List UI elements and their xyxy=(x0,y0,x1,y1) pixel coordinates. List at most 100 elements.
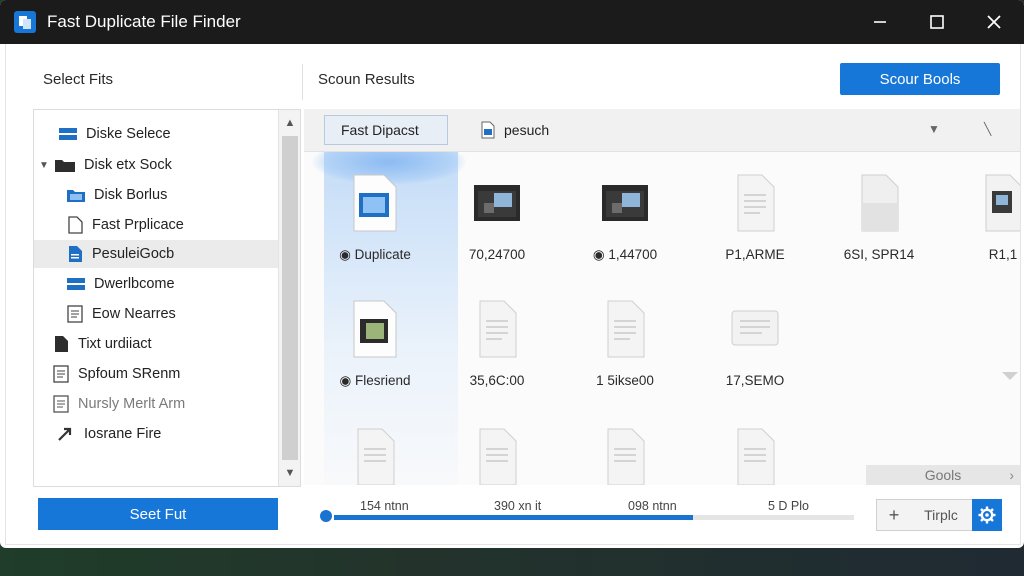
result-item[interactable] xyxy=(700,427,810,485)
result-item[interactable]: R1,1 xyxy=(948,173,1020,283)
duplicate-badge-icon: ◉ xyxy=(592,247,609,262)
result-item-partial[interactable] xyxy=(980,299,1020,409)
caption-text: P1,ARME xyxy=(725,247,785,262)
close-button[interactable] xyxy=(978,7,1010,37)
select-button[interactable]: Seet Fut xyxy=(38,498,278,530)
tree-item-label: Disk Borlus xyxy=(94,187,168,203)
caption-text: 17,SEMO xyxy=(725,373,785,388)
scan-results-heading: Scoun Results xyxy=(318,71,415,88)
caption-text: 35,6C:00 xyxy=(469,373,525,388)
tree-item-disk-stock[interactable]: ▼ Disk etx Sock xyxy=(34,151,282,179)
add-button[interactable]: + xyxy=(876,499,912,531)
tree-item-label: Dwerlbcome xyxy=(94,276,175,292)
result-caption: ◉ Duplicate xyxy=(320,247,430,263)
result-item[interactable]: 35,6C:00 xyxy=(442,299,552,409)
result-item[interactable] xyxy=(442,427,552,485)
result-item[interactable]: P1,ARME xyxy=(700,173,810,283)
scan-button[interactable]: Scour Bools xyxy=(840,63,1000,95)
image-file-icon xyxy=(353,300,397,358)
arrow-icon xyxy=(58,427,72,441)
tools-button[interactable]: Gools › xyxy=(866,465,1020,485)
folder-icon xyxy=(55,160,75,172)
tree-item-fast-duplicate[interactable]: Fast Prplicace xyxy=(34,211,300,239)
tree-item-disk-borlus[interactable]: Disk Borlus xyxy=(34,181,300,209)
folder-image-icon xyxy=(474,185,520,221)
caption-text: R1,1 xyxy=(988,247,1018,262)
progress-label: 098 ntnn xyxy=(628,499,677,513)
tree-scrollbar[interactable]: ▲ ▼ xyxy=(278,110,300,486)
maximize-button[interactable] xyxy=(921,7,953,37)
progress-fill xyxy=(334,515,693,520)
tree-item-dwerlbcome[interactable]: Dwerlbcome xyxy=(34,270,300,298)
result-item[interactable]: ◉ Flesriend xyxy=(320,299,430,409)
gear-icon xyxy=(978,506,996,524)
caption-text: 70,24700 xyxy=(468,247,526,262)
results-panel: Fast Dipacst pesuch ▼ ╲ ◉ Duplicate 70,2… xyxy=(304,109,1020,485)
scan-progress: 154 ntnn 390 xn it 098 ntnn 5 D Plo xyxy=(304,494,874,534)
dropdown-caret-icon[interactable]: ▼ xyxy=(928,122,940,136)
result-item[interactable]: ◉ 1,44700 xyxy=(570,173,680,283)
maximize-icon xyxy=(930,15,944,29)
progress-track xyxy=(334,515,854,520)
scroll-thumb[interactable] xyxy=(282,136,298,460)
window-title: Fast Duplicate File Finder xyxy=(47,12,241,31)
document-icon xyxy=(737,428,775,485)
tree-item-disk-select[interactable]: Diske Selece xyxy=(34,120,290,148)
progress-label: 390 xn it xyxy=(494,499,542,513)
caption-text: Flesriend xyxy=(355,373,411,388)
chevron-right-icon: › xyxy=(1009,467,1014,483)
tree-item-label: Iosrane Fire xyxy=(84,426,162,442)
document-icon xyxy=(737,174,775,232)
collapse-icon[interactable]: ╲ xyxy=(984,122,991,136)
document-icon xyxy=(55,336,68,352)
result-item[interactable]: 6SI, SPR14 xyxy=(824,173,934,283)
result-item[interactable]: ◉ Duplicate xyxy=(320,173,430,283)
tab-fast-duplicate[interactable]: Fast Dipacst xyxy=(324,115,448,145)
tree-item-eow-nearres[interactable]: Eow Nearres xyxy=(34,300,300,328)
title-bar: Fast Duplicate File Finder xyxy=(0,0,1024,44)
main-frame: Select Fits Scoun Results Scour Bools Di… xyxy=(5,44,1021,545)
document-icon xyxy=(731,310,779,346)
tree-item-label: Eow Nearres xyxy=(92,306,176,322)
tree-item-pesuleigocb[interactable]: PesuleiGocb xyxy=(34,240,300,268)
result-item[interactable]: 1 5ikse00 xyxy=(570,299,680,409)
tree-item-label: PesuleiGocb xyxy=(92,246,175,262)
tree-item-label: Disk etx Sock xyxy=(84,157,172,173)
scroll-up-icon[interactable]: ▲ xyxy=(279,112,300,134)
tree-item-iosrane-fire[interactable]: Iosrane Fire xyxy=(34,420,300,448)
caption-text: 6SI, SPR14 xyxy=(843,247,915,262)
settings-button[interactable] xyxy=(972,499,1002,531)
document-icon xyxy=(53,395,69,413)
progress-label: 154 ntnn xyxy=(360,499,409,513)
result-caption: ◉ 1,44700 xyxy=(570,247,680,263)
tree-item-text-urdiiact[interactable]: Tixt urdiiact xyxy=(34,330,296,358)
app-logo-icon xyxy=(14,11,36,33)
caption-text: Duplicate xyxy=(354,247,411,262)
file-icon xyxy=(68,216,83,234)
document-icon xyxy=(67,305,83,323)
bottom-actions: + Tirplc xyxy=(876,499,1006,531)
folder-image-icon xyxy=(985,174,1020,232)
minimize-icon xyxy=(874,21,886,23)
tree-item-spfoum-srenm[interactable]: Spfoum SRenm xyxy=(34,360,296,388)
tree-item-nursly-merlt[interactable]: Nursly Merlt Arm xyxy=(34,390,296,418)
caret-down-icon[interactable]: ▼ xyxy=(38,160,50,171)
tools-label: Gools xyxy=(924,467,962,483)
minimize-button[interactable] xyxy=(864,7,896,37)
scroll-down-icon[interactable]: ▼ xyxy=(279,462,300,484)
document-icon xyxy=(607,428,645,485)
progress-handle[interactable] xyxy=(320,510,332,522)
result-item[interactable]: 70,24700 xyxy=(442,173,552,283)
result-item[interactable] xyxy=(320,427,430,485)
duplicate-badge-icon: ◉ xyxy=(339,373,355,388)
tab-label: pesuch xyxy=(504,122,550,138)
drive-icon xyxy=(59,128,77,140)
tab-pesuch[interactable]: pesuch xyxy=(480,115,549,145)
template-button[interactable]: Tirplc xyxy=(910,499,973,531)
caption-text: 1,44700 xyxy=(608,247,658,262)
result-item[interactable] xyxy=(570,427,680,485)
result-item[interactable]: 17,SEMO xyxy=(700,299,810,409)
results-toolbar: Fast Dipacst pesuch ▼ ╲ xyxy=(304,109,1020,152)
caption-text: 1 5ikse00 xyxy=(596,373,654,388)
chevron-down-icon xyxy=(1002,372,1018,380)
